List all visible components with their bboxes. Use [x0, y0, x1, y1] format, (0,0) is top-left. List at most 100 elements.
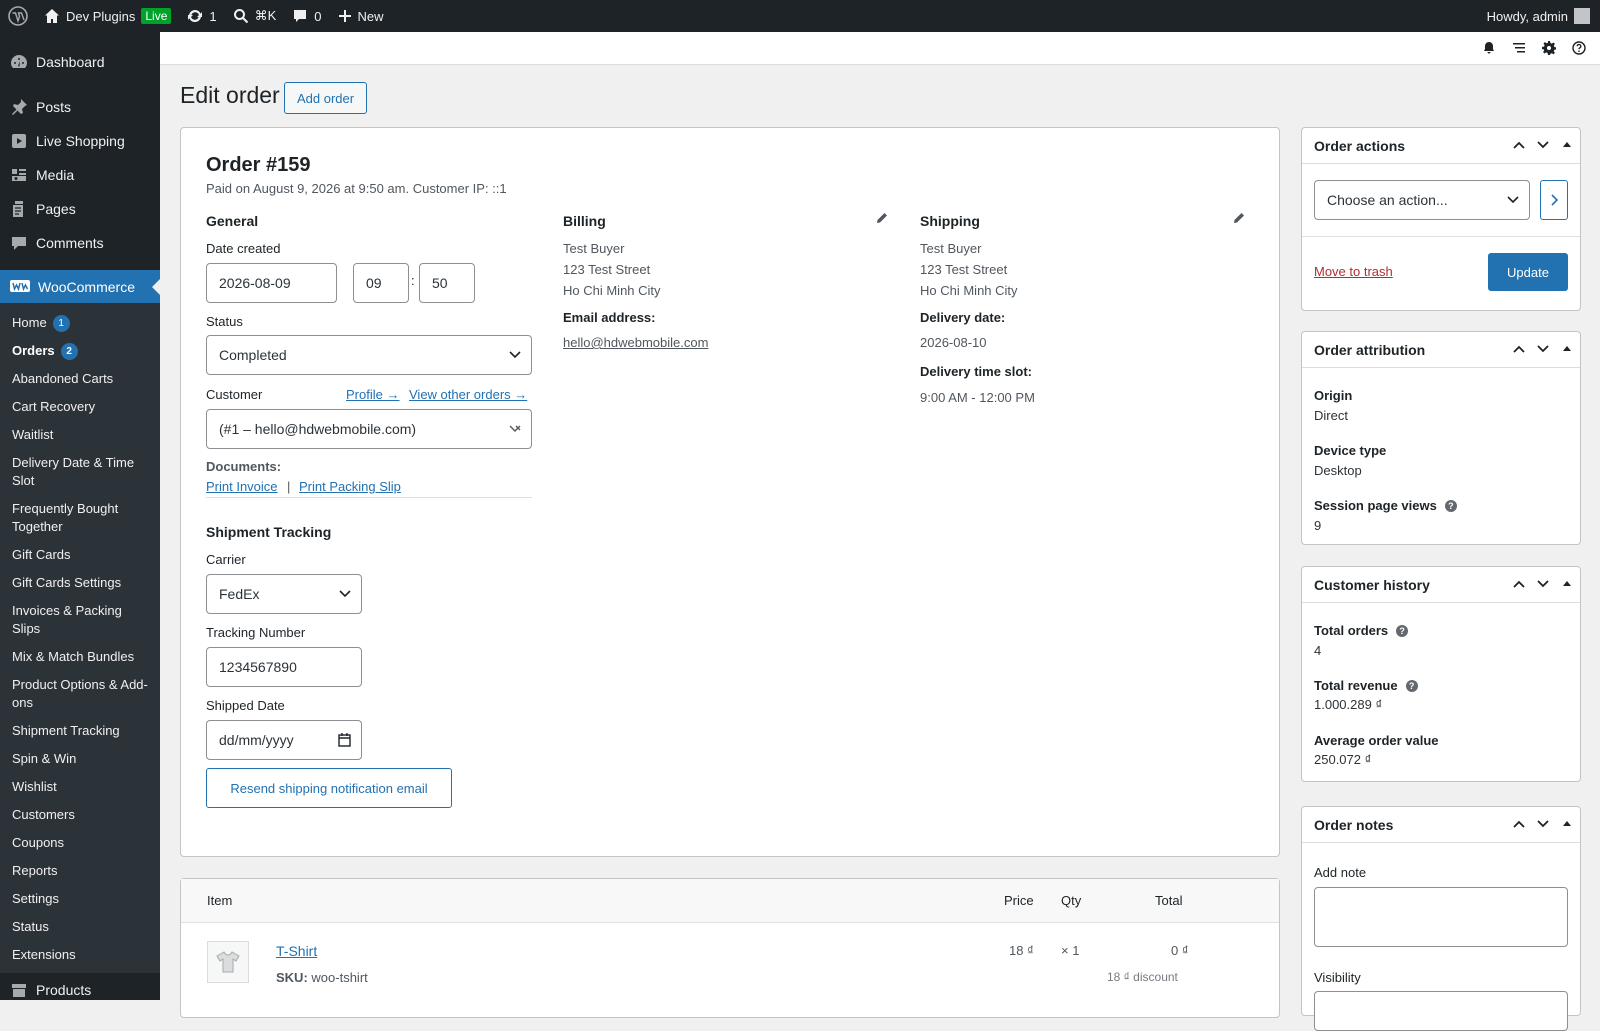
help-circle-icon[interactable]: [1572, 41, 1586, 55]
submenu-item-extensions[interactable]: Extensions: [0, 941, 160, 969]
submenu-item-label: Status: [12, 919, 49, 934]
menu-woocommerce[interactable]: WooCommerce: [0, 270, 160, 303]
collapse-arrow-icon[interactable]: [1560, 342, 1574, 356]
chevron-up-icon[interactable]: [1512, 817, 1526, 831]
edit-billing-icon[interactable]: [876, 212, 888, 224]
shipped-date-input[interactable]: dd/mm/yyyy: [206, 720, 362, 760]
plus-icon: [338, 10, 351, 22]
submenu-item-label: Gift Cards: [12, 547, 71, 562]
chevron-down-icon[interactable]: [1536, 342, 1550, 356]
submenu-item-settings[interactable]: Settings: [0, 885, 160, 913]
total-revenue-label: Total revenue ?: [1314, 678, 1418, 693]
documents-separator: |: [287, 479, 291, 494]
bell-icon[interactable]: [1482, 41, 1496, 55]
status-select[interactable]: Completed: [206, 335, 532, 375]
order-attribution-box: Order attribution Origin Direct Device t…: [1301, 331, 1581, 545]
submenu-item-home[interactable]: Home 1: [0, 309, 160, 337]
time-separator: :: [411, 273, 415, 288]
col-total: Total: [1155, 893, 1183, 908]
order-attribution-header[interactable]: Order attribution: [1302, 332, 1580, 368]
gear-icon[interactable]: [1542, 41, 1556, 55]
submenu-item-customers[interactable]: Customers: [0, 801, 160, 829]
submenu-item-label: Wishlist: [12, 779, 57, 794]
updates-link[interactable]: 1: [179, 0, 224, 32]
visibility-select[interactable]: [1314, 991, 1568, 1031]
minute-input[interactable]: 50: [419, 263, 475, 303]
wordpress-logo-icon[interactable]: [0, 0, 36, 32]
submenu-item-invoices-packing-slips[interactable]: Invoices & Packing Slips: [0, 597, 160, 643]
move-to-trash-link[interactable]: Move to trash: [1314, 264, 1393, 279]
add-order-button[interactable]: Add order: [284, 82, 368, 114]
submenu-item-orders[interactable]: Orders 2: [0, 337, 160, 365]
billing-email-link[interactable]: hello@hdwebmobile.com: [563, 332, 708, 353]
status-label: Status: [206, 314, 243, 329]
collapse-arrow-icon[interactable]: [1560, 577, 1574, 591]
submenu-item-coupons[interactable]: Coupons: [0, 829, 160, 857]
print-packing-slip-link[interactable]: Print Packing Slip: [299, 479, 401, 494]
customer-history-header[interactable]: Customer history: [1302, 567, 1580, 603]
menu-products[interactable]: Products: [0, 973, 160, 1000]
help-icon[interactable]: ?: [1405, 679, 1418, 692]
collapse-arrow-icon[interactable]: [1560, 817, 1574, 831]
submenu-item-delivery-date-time-slot[interactable]: Delivery Date & Time Slot: [0, 449, 160, 495]
new-content-link[interactable]: New: [330, 0, 392, 32]
chevron-down-icon[interactable]: [1536, 817, 1550, 831]
submenu-item-wishlist[interactable]: Wishlist: [0, 773, 160, 801]
chevron-down-icon[interactable]: [1536, 577, 1550, 591]
help-icon[interactable]: ?: [1396, 624, 1409, 637]
view-other-orders-link[interactable]: View other orders →: [409, 387, 527, 402]
menu-comments[interactable]: Comments: [0, 226, 160, 260]
print-invoice-link[interactable]: Print Invoice: [206, 479, 278, 494]
submenu-item-spin-win[interactable]: Spin & Win: [0, 745, 160, 773]
product-name-link[interactable]: T-Shirt: [276, 943, 317, 959]
order-notes-header[interactable]: Order notes: [1302, 807, 1580, 843]
billing-name: Test Buyer: [563, 241, 625, 256]
submenu-item-mix-match-bundles[interactable]: Mix & Match Bundles: [0, 643, 160, 671]
page-title: Edit order: [180, 82, 280, 108]
update-button[interactable]: Update: [1488, 253, 1568, 291]
clear-select-icon[interactable]: [509, 425, 521, 433]
submenu-item-waitlist[interactable]: Waitlist: [0, 421, 160, 449]
activity-list-icon[interactable]: [1512, 41, 1526, 55]
submenu-item-gift-cards[interactable]: Gift Cards: [0, 541, 160, 569]
edit-shipping-icon[interactable]: [1233, 212, 1245, 224]
help-icon[interactable]: ?: [1444, 499, 1457, 512]
order-items-panel: Item Price Qty Total T-Shirt SKU: woo-ts…: [180, 878, 1280, 1018]
submenu-item-product-options-add-ons[interactable]: Product Options & Add-ons: [0, 671, 160, 717]
admin-sidebar: Dashboard Posts Live Shopping Media Page…: [0, 32, 160, 1000]
submenu-item-frequently-bought-together[interactable]: Frequently Bought Together: [0, 495, 160, 541]
menu-pages[interactable]: Pages: [0, 192, 160, 226]
apply-action-button[interactable]: [1540, 180, 1568, 220]
order-actions-header[interactable]: Order actions: [1302, 128, 1580, 164]
chevron-up-icon[interactable]: [1512, 138, 1526, 152]
account-menu[interactable]: Howdy, admin: [1487, 8, 1600, 24]
customer-select[interactable]: (#1 – hello@hdwebmobile.com): [206, 409, 532, 449]
menu-live-shopping[interactable]: Live Shopping: [0, 124, 160, 158]
session-pageviews-text: Session page views: [1314, 498, 1437, 513]
submenu-item-status[interactable]: Status: [0, 913, 160, 941]
submenu-item-reports[interactable]: Reports: [0, 857, 160, 885]
calendar-icon[interactable]: [338, 733, 351, 747]
menu-dashboard[interactable]: Dashboard: [0, 44, 160, 80]
collapse-arrow-icon[interactable]: [1560, 138, 1574, 152]
carrier-select[interactable]: FedEx: [206, 574, 362, 614]
menu-posts[interactable]: Posts: [0, 90, 160, 124]
chevron-down-icon[interactable]: [1536, 138, 1550, 152]
chevron-up-icon[interactable]: [1512, 342, 1526, 356]
site-name-link[interactable]: Dev Plugins Live: [36, 0, 179, 32]
resend-notification-button[interactable]: Resend shipping notification email: [206, 768, 452, 808]
submenu-item-shipment-tracking[interactable]: Shipment Tracking: [0, 717, 160, 745]
order-action-select[interactable]: Choose an action...: [1314, 180, 1530, 220]
command-search[interactable]: ⌘K: [225, 0, 285, 32]
profile-link[interactable]: Profile →: [346, 387, 399, 402]
menu-media[interactable]: Media: [0, 158, 160, 192]
date-created-input[interactable]: 2026-08-09: [206, 263, 337, 303]
comments-link[interactable]: 0: [284, 0, 329, 32]
submenu-item-cart-recovery[interactable]: Cart Recovery: [0, 393, 160, 421]
chevron-up-icon[interactable]: [1512, 577, 1526, 591]
hour-input[interactable]: 09: [353, 263, 409, 303]
submenu-item-gift-cards-settings[interactable]: Gift Cards Settings: [0, 569, 160, 597]
submenu-item-abandoned-carts[interactable]: Abandoned Carts: [0, 365, 160, 393]
add-note-textarea[interactable]: [1314, 887, 1568, 947]
tracking-number-input[interactable]: 1234567890: [206, 647, 362, 687]
